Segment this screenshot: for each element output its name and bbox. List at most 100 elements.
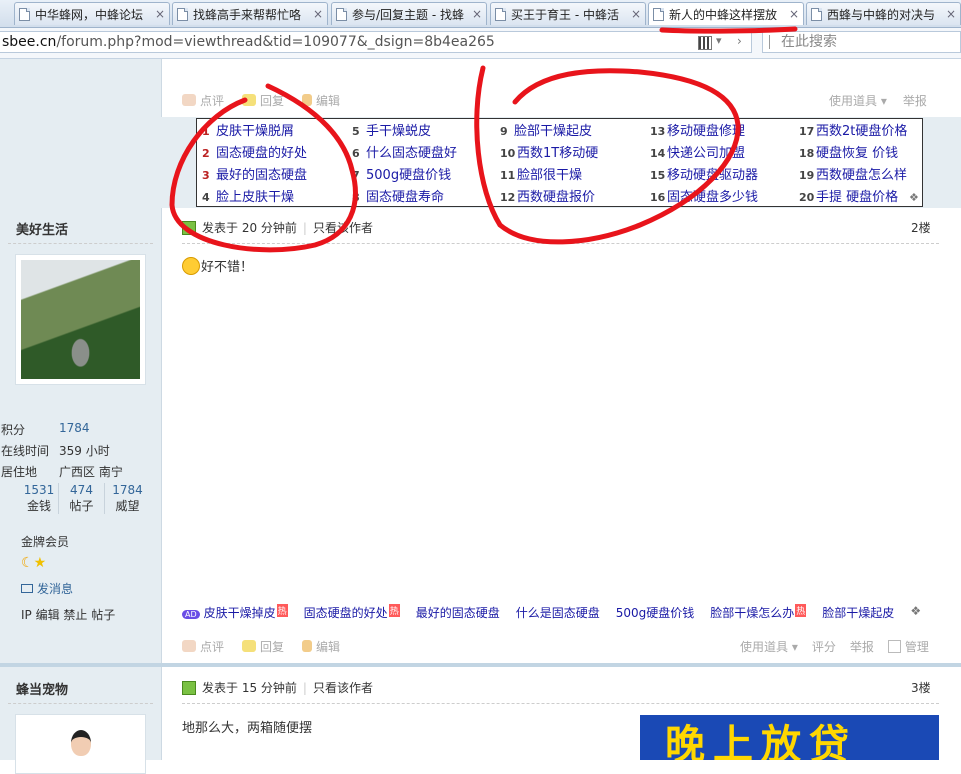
counter-posts[interactable]: 474 帖子 [59, 483, 105, 514]
keyword-link[interactable]: 9 脸部干燥起皮 [500, 120, 592, 139]
post3-header: 发表于 15 分钟前 | 只看该作者 [182, 679, 373, 696]
user-group[interactable]: 金牌会员 [21, 533, 69, 550]
keyword-link[interactable]: 13 移动硬盘修理 [650, 120, 745, 139]
divider [182, 703, 939, 705]
keyword-link[interactable]: 14 快递公司加盟 [650, 142, 745, 161]
send-message-link[interactable]: 发消息 [21, 580, 73, 597]
keyword-link[interactable]: 1 皮肤干燥脱屑 [202, 120, 294, 139]
counter-prestige[interactable]: 1784 威望 [105, 483, 150, 514]
edit-button[interactable]: 编辑 [302, 638, 340, 655]
keyword-link[interactable]: 6 什么固态硬盘好 [352, 142, 457, 161]
post2-toolbar-right: 使用道具 ▾ 评分 举报 管理 [740, 636, 929, 656]
browser-tab-3[interactable]: 参与/回复主题 - 找蜂 × [331, 2, 487, 25]
use-item-button[interactable]: 使用道具 ▾ [740, 638, 798, 655]
keyword-link[interactable]: 17 西数2t硬盘价格 [799, 120, 907, 139]
qr-code-icon[interactable] [698, 36, 712, 50]
pencil-icon [302, 640, 313, 652]
close-icon[interactable]: × [155, 7, 165, 21]
online-status-icon [182, 220, 196, 235]
post2-header: 发表于 20 分钟前 | 只看该作者 [182, 219, 373, 236]
keyword-link[interactable]: 18 硬盘恢复 价钱 [799, 142, 898, 161]
reply-button[interactable]: 回复 [242, 638, 284, 655]
dropdown-arrow-icon[interactable]: ▾ [716, 34, 722, 47]
keyword-link[interactable]: 15 移动硬盘驱动器 [650, 164, 758, 183]
use-item-button[interactable]: 使用道具 ▾ [829, 92, 887, 109]
ad-link[interactable]: 最好的固态硬盘 [416, 604, 500, 621]
checkbox-icon [887, 639, 901, 653]
document-icon [653, 7, 664, 21]
report-button[interactable]: 举报 [850, 638, 874, 655]
post2-author[interactable]: 美好生活 [16, 219, 68, 238]
edit-button[interactable]: 编辑 [302, 92, 340, 109]
post-separator [0, 663, 961, 667]
keyword-link[interactable]: 12 西数硬盘报价 [500, 186, 595, 205]
admin-links[interactable]: IP 编辑 禁止 帖子 [21, 606, 115, 623]
manage-checkbox[interactable]: 管理 [887, 638, 929, 655]
post2-floor[interactable]: 2楼 [911, 219, 931, 236]
avatar-image [21, 720, 140, 770]
keyword-link[interactable]: 5 手干燥蜕皮 [352, 120, 431, 139]
only-author-link[interactable]: 只看该作者 [313, 219, 373, 236]
close-icon[interactable]: × [789, 7, 799, 21]
browser-tab-4[interactable]: 买王于育王 - 中蜂活 × [490, 2, 646, 25]
online-status-icon [182, 680, 196, 695]
keyword-link[interactable]: 10 西数1T移动硬 [500, 142, 598, 161]
report-button[interactable]: 举报 [903, 92, 927, 109]
document-icon [495, 7, 506, 21]
document-icon [19, 7, 30, 21]
close-icon[interactable]: × [313, 7, 323, 21]
ad-link[interactable]: 固态硬盘的好处热 [304, 604, 400, 621]
rate-icon [182, 640, 196, 652]
browser-tab-5-active[interactable]: 新人的中蜂这样摆放 × [648, 2, 804, 25]
pencil-icon [302, 94, 313, 106]
url-field[interactable]: sbee.cn/forum.php?mod=viewthread&tid=109… [0, 31, 752, 53]
close-icon[interactable]: × [472, 7, 482, 21]
rate-button[interactable]: 点评 [182, 92, 224, 109]
browser-tab-2[interactable]: 找蜂高手来帮帮忙咯 × [172, 2, 328, 25]
keyword-link[interactable]: 2 固态硬盘的好处 [202, 142, 307, 161]
keyword-link[interactable]: 19 西数硬盘怎么样 [799, 164, 907, 183]
keyword-link[interactable]: 4 脸上皮肤干燥 [202, 186, 294, 205]
keyword-link[interactable]: 20 手提 硬盘价格 [799, 186, 898, 205]
grade-button[interactable]: 评分 [812, 638, 836, 655]
paw-icon[interactable]: ❖ [910, 604, 921, 621]
keyword-link[interactable]: 8 固态硬盘寿命 [352, 186, 444, 205]
close-icon[interactable]: × [946, 7, 956, 21]
rate-button[interactable]: 点评 [182, 638, 224, 655]
reply-button[interactable]: 回复 [242, 92, 284, 109]
ad-link[interactable]: 500g硬盘价钱 [616, 604, 695, 621]
divider [8, 243, 153, 245]
avatar[interactable] [15, 254, 146, 385]
ad-link[interactable]: AD 皮肤干燥掉皮热 [182, 604, 288, 621]
ad-link[interactable]: 脸部干燥怎么办热 [710, 604, 807, 621]
reply-icon [242, 94, 257, 106]
stat-location: 居住地 广西区 南宁 [1, 465, 123, 479]
close-icon[interactable]: × [631, 7, 641, 21]
ad-link[interactable]: 什么是固态硬盘 [516, 604, 600, 621]
document-icon [177, 7, 188, 21]
keyword-link[interactable]: 11 脸部很干燥 [500, 164, 582, 183]
ad-link[interactable]: 脸部干燥起皮 [822, 604, 894, 621]
only-author-link[interactable]: 只看该作者 [313, 679, 373, 696]
keyword-link[interactable]: 3 最好的固态硬盘 [202, 164, 307, 183]
document-icon [336, 7, 347, 21]
rate-icon [182, 94, 196, 106]
search-input[interactable]: 在此搜索 [762, 31, 961, 53]
ad-banner[interactable]: 晚上放贷 [640, 715, 939, 760]
post2-toolbar: 点评 回复 编辑 [182, 636, 340, 656]
browser-tab-1[interactable]: 中华蜂网，中蜂论坛 × [14, 2, 170, 25]
keyword-link[interactable]: 7 500g硬盘价钱 [352, 164, 451, 183]
post1-toolbar: 点评 回复 编辑 [182, 90, 340, 110]
post1-toolbar-right: 使用道具 ▾ 举报 [829, 90, 927, 110]
post3-author[interactable]: 蜂当宠物 [16, 679, 68, 698]
stat-online: 在线时间 359 小时 [1, 444, 110, 458]
post3-floor[interactable]: 3楼 [911, 679, 931, 696]
paw-icon[interactable]: ❖ [909, 191, 919, 204]
counter-money[interactable]: 1531 金钱 [20, 483, 59, 514]
keyword-link[interactable]: 16 固态硬盘多少钱 [650, 186, 758, 205]
avatar[interactable] [15, 714, 146, 774]
post3-content: 地那么大，两箱随便摆 [182, 721, 313, 736]
star-icon: ★ [33, 555, 47, 571]
forward-arrow-icon[interactable]: › [737, 34, 742, 48]
browser-tab-6[interactable]: 西蜂与中蜂的对决与 × [806, 2, 961, 25]
